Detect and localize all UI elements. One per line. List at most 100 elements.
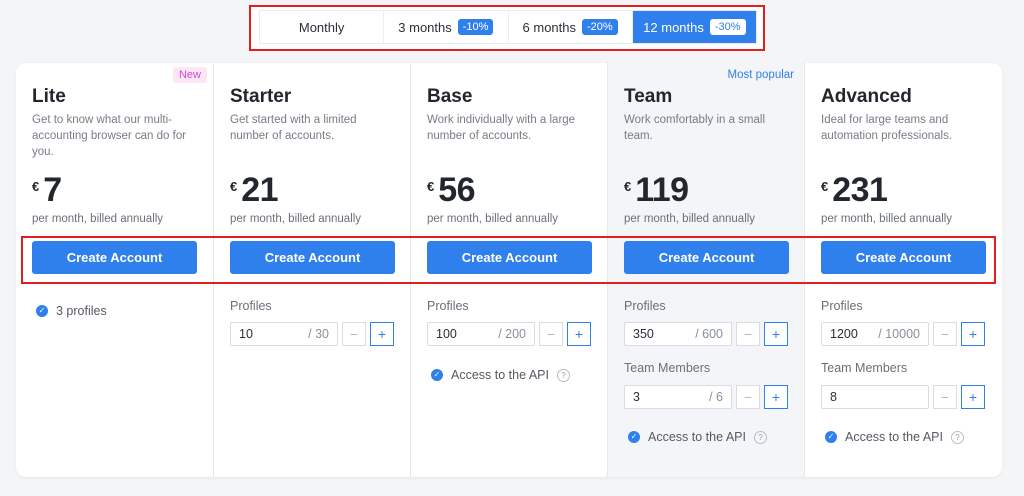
create-account-button[interactable]: Create Account	[624, 241, 789, 274]
decrement-button[interactable]: −	[736, 385, 760, 409]
team-members-input[interactable]: 8	[821, 385, 929, 409]
billing-note: per month, billed annually	[427, 213, 559, 225]
profiles-stepper: 1200 / 10000 − +	[821, 322, 985, 346]
profiles-max: / 200	[498, 327, 526, 341]
plan-description: Work individually with a large number of…	[427, 114, 576, 142]
profiles-input[interactable]: 10 / 30	[230, 322, 338, 346]
tab-label: 12 months	[643, 19, 704, 35]
decrement-button[interactable]: −	[933, 385, 957, 409]
tab-label: 6 months	[522, 19, 577, 35]
increment-button[interactable]: +	[961, 385, 985, 409]
increment-button[interactable]: +	[370, 322, 394, 346]
plan-lite: New Lite Get to know what our multi-acco…	[16, 63, 213, 477]
plan-description: Get started with a limited number of acc…	[230, 114, 357, 142]
profiles-stepper: 100 / 200 − +	[427, 322, 591, 346]
create-account-button[interactable]: Create Account	[427, 241, 592, 274]
profiles-max: / 30	[308, 327, 329, 341]
help-icon[interactable]: ?	[753, 430, 767, 444]
feature-api-access: ✓ Access to the API ?	[825, 430, 964, 444]
price-amount: 119	[635, 171, 689, 209]
decrement-button[interactable]: −	[736, 322, 760, 346]
profiles-input[interactable]: 100 / 200	[427, 322, 535, 346]
discount-badge: -10%	[457, 19, 494, 35]
price-amount: 7	[43, 171, 62, 209]
create-account-button[interactable]: Create Account	[32, 241, 197, 274]
check-icon: ✓	[36, 305, 48, 317]
tab-6-months[interactable]: 6 months -20%	[509, 11, 633, 43]
billing-note: per month, billed annually	[230, 213, 362, 225]
plan-team: Most popular Team Work comfortably in a …	[607, 63, 804, 477]
team-members-value: 3	[633, 390, 640, 404]
team-members-stepper: 8 − +	[821, 385, 985, 409]
increment-button[interactable]: +	[567, 322, 591, 346]
tab-12-months[interactable]: 12 months -30%	[632, 11, 756, 43]
billing-note: per month, billed annually	[821, 213, 953, 225]
create-account-button[interactable]: Create Account	[230, 241, 395, 274]
plan-name: Lite	[32, 86, 66, 107]
most-popular-tag: Most popular	[727, 69, 794, 81]
plan-description: Get to know what our multi-accounting br…	[32, 114, 187, 158]
currency-symbol: €	[821, 179, 829, 194]
team-members-stepper: 3 / 6 − +	[624, 385, 788, 409]
decrement-button[interactable]: −	[342, 322, 366, 346]
profiles-stepper: 350 / 600 − +	[624, 322, 788, 346]
price: € 56	[427, 173, 476, 207]
decrement-button[interactable]: −	[933, 322, 957, 346]
decrement-button[interactable]: −	[539, 322, 563, 346]
increment-button[interactable]: +	[764, 385, 788, 409]
feature-profiles: ✓ 3 profiles	[36, 304, 107, 318]
currency-symbol: €	[624, 179, 632, 194]
help-icon[interactable]: ?	[950, 430, 964, 444]
tab-monthly[interactable]: Monthly	[260, 11, 385, 43]
team-members-label: Team Members	[821, 361, 908, 375]
feature-api-access: ✓ Access to the API ?	[431, 368, 570, 382]
plan-name: Starter	[230, 86, 292, 107]
profiles-label: Profiles	[230, 299, 272, 313]
tab-label: 3 months	[398, 19, 452, 35]
profiles-max: / 600	[695, 327, 723, 341]
plan-base: Base Work individually with a large numb…	[410, 63, 607, 477]
profiles-value: 350	[633, 327, 654, 341]
currency-symbol: €	[32, 179, 40, 194]
profiles-value: 10	[239, 327, 253, 341]
profiles-value: 100	[436, 327, 457, 341]
plan-name: Advanced	[821, 86, 912, 107]
price-amount: 21	[241, 171, 279, 209]
plan-name: Team	[624, 86, 673, 107]
feature-label: 3 profiles	[56, 304, 107, 318]
profiles-label: Profiles	[427, 299, 469, 313]
profiles-input[interactable]: 1200 / 10000	[821, 322, 929, 346]
feature-api-access: ✓ Access to the API ?	[628, 430, 767, 444]
currency-symbol: €	[230, 179, 238, 194]
create-account-button[interactable]: Create Account	[821, 241, 986, 274]
check-icon: ✓	[431, 369, 443, 381]
profiles-input[interactable]: 350 / 600	[624, 322, 732, 346]
currency-symbol: €	[427, 179, 435, 194]
help-icon[interactable]: ?	[556, 368, 570, 382]
billing-period-tabs: Monthly 3 months -10% 6 months -20% 12 m…	[259, 10, 757, 44]
price: € 21	[230, 171, 279, 209]
team-members-label: Team Members	[624, 361, 711, 375]
check-icon: ✓	[628, 431, 640, 443]
price: € 119	[624, 173, 689, 207]
tab-3-months[interactable]: 3 months -10%	[384, 11, 509, 43]
profiles-value: 1200	[830, 327, 858, 341]
pricing-plans: New Lite Get to know what our multi-acco…	[16, 63, 1002, 477]
plan-description: Work comfortably in a small team.	[624, 114, 766, 142]
price: € 231	[821, 171, 888, 209]
team-members-value: 8	[830, 390, 837, 404]
new-tag: New	[172, 67, 207, 83]
team-members-input[interactable]: 3 / 6	[624, 385, 732, 409]
billing-note: per month, billed annually	[624, 213, 756, 225]
profiles-max: / 10000	[878, 327, 920, 341]
increment-button[interactable]: +	[764, 322, 788, 346]
price-amount: 231	[832, 171, 888, 209]
increment-button[interactable]: +	[961, 322, 985, 346]
plan-advanced: Advanced Ideal for large teams and autom…	[804, 63, 1002, 477]
billing-note: per month, billed annually	[32, 213, 164, 225]
plan-starter: Starter Get started with a limited numbe…	[213, 63, 410, 477]
plan-name: Base	[427, 86, 473, 107]
team-members-max: / 6	[709, 390, 723, 404]
feature-label: Access to the API	[845, 430, 943, 444]
tab-label: Monthly	[298, 19, 345, 35]
